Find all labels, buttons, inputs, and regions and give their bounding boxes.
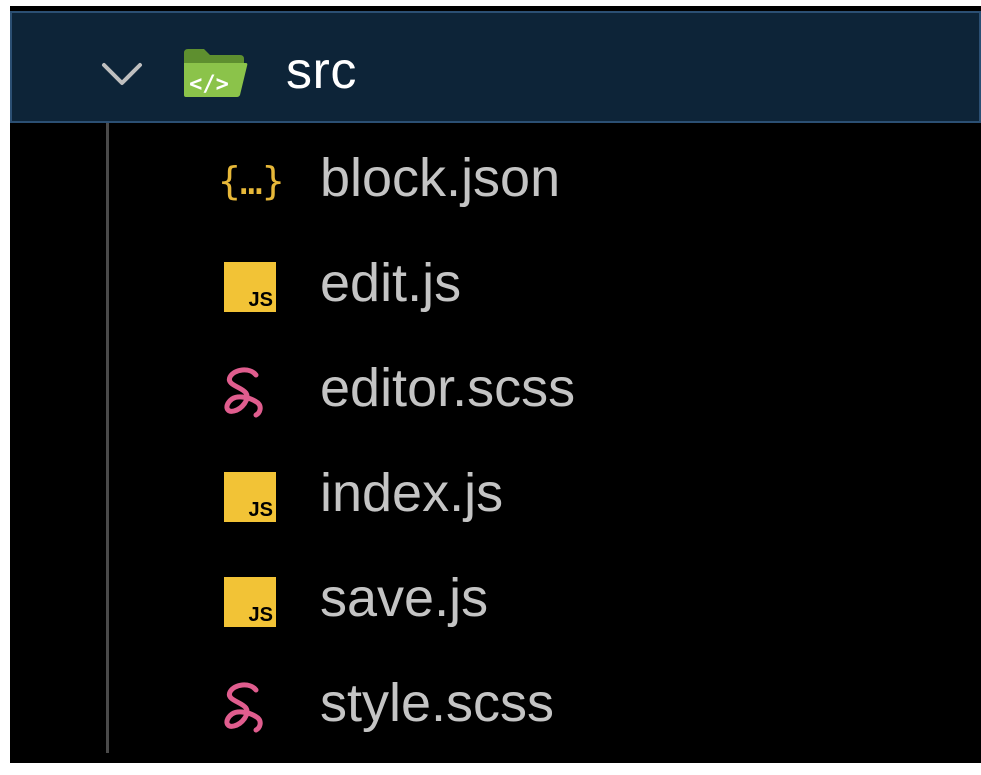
file-name: block.json (320, 148, 561, 208)
js-badge: JS (224, 262, 276, 312)
json-glyph: {…} (218, 159, 285, 203)
file-name: index.js (320, 463, 504, 523)
file-name: editor.scss (320, 358, 576, 418)
js-badge: JS (224, 472, 276, 522)
file-row-block-json[interactable]: {…} block.json (10, 123, 981, 227)
folder-row-src[interactable]: </> src (10, 11, 981, 123)
file-explorer: </> src {…} block.json JS edit.js editor… (10, 6, 981, 763)
chevron-down-icon[interactable] (98, 59, 146, 89)
file-name: edit.js (320, 253, 462, 313)
file-row-save-js[interactable]: JS save.js (10, 543, 981, 647)
json-braces-icon: {…} (216, 153, 285, 209)
javascript-icon: JS (216, 258, 280, 314)
sass-icon (224, 682, 263, 733)
file-row-style-scss[interactable]: style.scss (10, 648, 981, 752)
js-badge-label: JS (248, 499, 273, 521)
file-name: save.js (320, 568, 489, 628)
sass-icon (224, 367, 263, 418)
js-badge-label: JS (248, 604, 273, 626)
svg-text:</>: </> (189, 72, 229, 97)
file-name: style.scss (320, 673, 555, 733)
file-row-index-js[interactable]: JS index.js (10, 438, 981, 542)
javascript-icon: JS (216, 468, 280, 524)
js-badge-label: JS (248, 289, 273, 311)
folder-name: src (286, 42, 357, 100)
file-row-editor-scss[interactable]: editor.scss (10, 333, 981, 437)
javascript-icon: JS (216, 573, 280, 629)
folder-open-code-icon: </> (184, 49, 248, 97)
file-row-edit-js[interactable]: JS edit.js (10, 228, 981, 332)
js-badge: JS (224, 577, 276, 627)
